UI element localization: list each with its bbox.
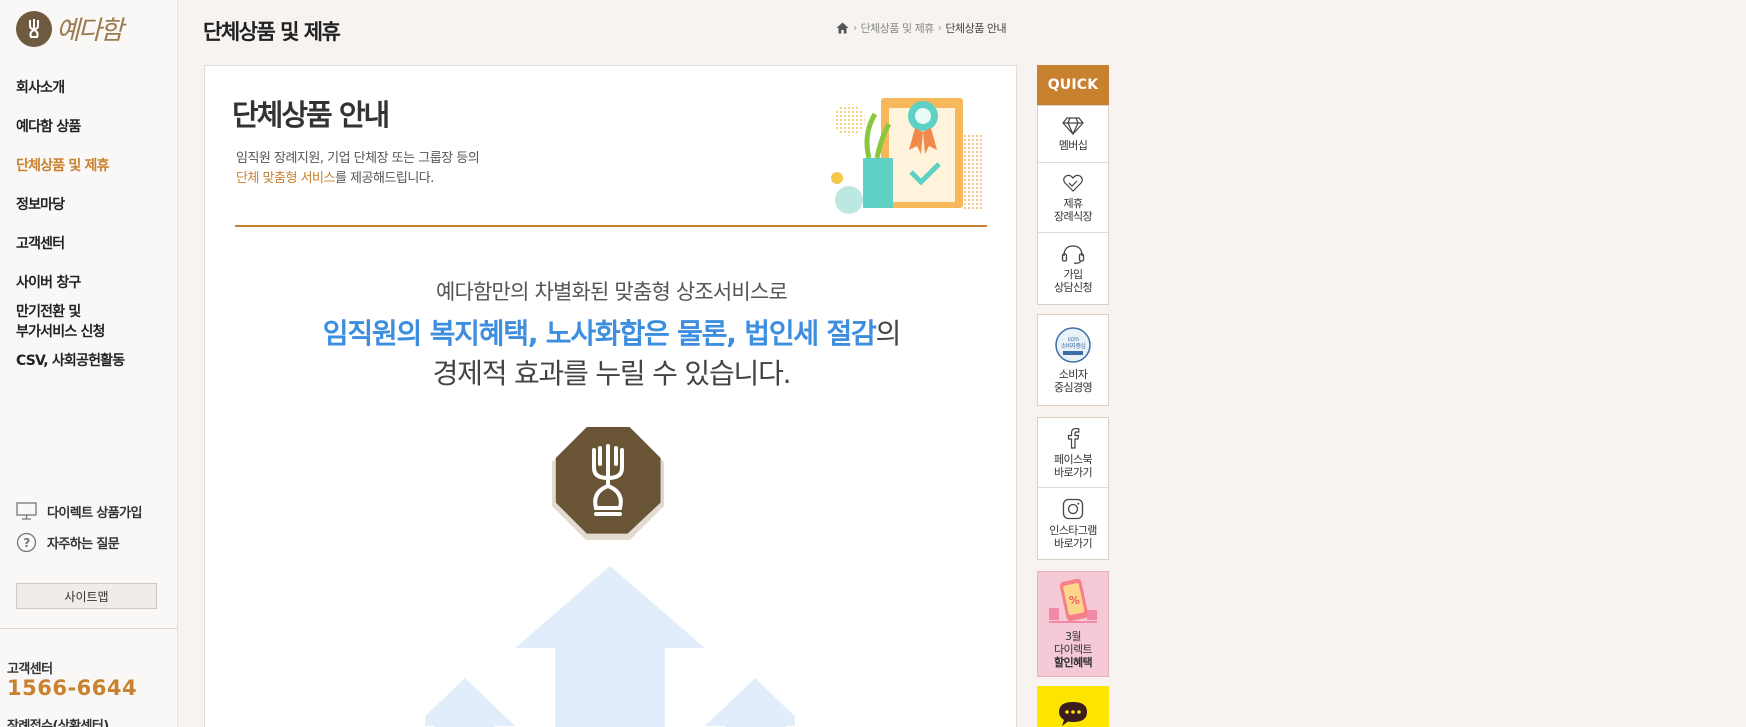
- brand-logo[interactable]: 예다함: [16, 10, 124, 47]
- ccm-certification-icon: ccm 소비자중심: [1055, 327, 1091, 363]
- kakao-chat-button[interactable]: [1037, 686, 1109, 727]
- chat-bubble-icon: [1059, 702, 1087, 726]
- quick-ccm-label-2: 중심경영: [1053, 381, 1093, 394]
- instagram-icon: [1062, 498, 1084, 519]
- ccm-badge-text: 소비자중심: [1061, 342, 1086, 350]
- faq-link[interactable]: ? 자주하는 질문: [16, 532, 120, 553]
- quick-facebook-label-2: 바로가기: [1053, 465, 1093, 479]
- svg-text:?: ?: [23, 536, 30, 550]
- customer-center-title: 고객센터: [7, 662, 53, 677]
- nav-item-company[interactable]: 회사소개: [16, 78, 65, 98]
- quick-ccm-label-1: 소비자: [1058, 368, 1088, 381]
- question-circle-icon: ?: [16, 532, 37, 553]
- monitor-icon: [16, 502, 37, 520]
- lead-suffix: 의: [875, 317, 902, 350]
- quick-partner-funeral-hall[interactable]: 제휴 장례식장: [1038, 163, 1108, 233]
- handshake-heart-icon: [1063, 174, 1083, 192]
- home-icon[interactable]: [836, 22, 849, 34]
- certificate-illustration-icon: [831, 98, 983, 214]
- customer-center-phone[interactable]: 1566-6644: [7, 676, 137, 700]
- quick-menu: QUICK 멤버십 제휴 장례식장 가입 상담신청 ccm 소비자중심 소비자 …: [1037, 65, 1109, 560]
- promo-banner[interactable]: % 3월 다이렉트 할인혜택: [1037, 571, 1109, 677]
- quick-consult-label-2: 상담신청: [1053, 280, 1093, 294]
- growth-arrows-icon: [425, 566, 795, 727]
- description-line1: 임직원 장례지원, 기업 단체장 또는 그룹장 등의: [236, 151, 480, 166]
- quick-consult-label-1: 가입: [1063, 267, 1083, 281]
- nav-item-info[interactable]: 정보마당: [16, 195, 65, 215]
- quick-menu-group-2: ccm 소비자중심 소비자 중심경영: [1037, 314, 1109, 406]
- discount-phone-icon: %: [1049, 578, 1097, 623]
- quick-instagram-label-1: 인스타그램: [1049, 523, 1097, 537]
- quick-consult[interactable]: 가입 상담신청: [1038, 233, 1108, 304]
- lead-line1: 예다함만의 차별화된 맞춤형 상조서비스로: [436, 280, 788, 304]
- funeral-reception-label: 장례접수(상황센터): [7, 719, 109, 727]
- breadcrumb-current: 단체상품 안내: [945, 22, 1007, 35]
- quick-partner-label-1: 제휴: [1063, 196, 1083, 210]
- svg-text:ccm: ccm: [1068, 336, 1079, 343]
- breadcrumb: › 단체상품 및 제휴 › 단체상품 안내: [836, 20, 1007, 36]
- nav-item-maturity-line2[interactable]: 부가서비스 신청: [16, 322, 105, 342]
- content-title: 단체상품 안내: [232, 98, 390, 132]
- title-divider: [235, 225, 987, 227]
- logo-text: 예다함: [56, 16, 124, 46]
- content-description: 임직원 장례지원, 기업 단체장 또는 그룹장 등의 단체 맞춤형 서비스를 제…: [236, 149, 480, 189]
- sitemap-button[interactable]: 사이트맵: [16, 583, 157, 609]
- quick-membership[interactable]: 멤버십: [1038, 106, 1108, 163]
- description-line2: 를 제공해드립니다.: [334, 171, 434, 186]
- sidebar-divider: [0, 628, 178, 629]
- nav-item-products[interactable]: 예다함 상품: [16, 117, 81, 137]
- quick-partner-label-2: 장례식장: [1053, 209, 1093, 223]
- quick-ccm[interactable]: ccm 소비자중심 소비자 중심경영: [1038, 315, 1108, 405]
- lead-line3: 경제적 효과를 누릴 수 있습니다.: [432, 357, 792, 390]
- svg-text:%: %: [1069, 594, 1080, 607]
- faq-label: 자주하는 질문: [47, 537, 120, 552]
- facebook-icon: [1067, 427, 1080, 449]
- quick-facebook-label-1: 페이스북: [1053, 452, 1093, 466]
- nav-item-cyber-window[interactable]: 사이버 창구: [16, 273, 81, 293]
- quick-membership-label: 멤버십: [1058, 138, 1088, 152]
- quick-instagram[interactable]: 인스타그램 바로가기: [1038, 488, 1108, 559]
- promo-label-3: 할인혜택: [1053, 656, 1093, 669]
- direct-signup-link[interactable]: 다이렉트 상품가입: [16, 502, 142, 521]
- promo-label-2: 다이렉트: [1053, 643, 1093, 656]
- quick-menu-group-3: 페이스북 바로가기 인스타그램 바로가기: [1037, 417, 1109, 560]
- nav-item-customer-center[interactable]: 고객센터: [16, 234, 65, 254]
- nav-item-maturity-line1[interactable]: 만기전환 및: [16, 302, 81, 322]
- breadcrumb-chevron-icon: ›: [937, 22, 942, 34]
- promo-label-1: 3월: [1065, 630, 1082, 643]
- quick-menu-group-1: 멤버십 제휴 장례식장 가입 상담신청: [1037, 105, 1109, 305]
- headset-icon: [1061, 244, 1085, 264]
- description-highlight: 단체 맞춤형 서비스: [236, 171, 335, 186]
- page-title: 단체상품 및 제휴: [203, 20, 341, 44]
- quick-facebook[interactable]: 페이스북 바로가기: [1038, 418, 1108, 488]
- content-card: 단체상품 안내 임직원 장례지원, 기업 단체장 또는 그룹장 등의 단체 맞춤…: [204, 65, 1017, 727]
- breadcrumb-chevron-icon: ›: [853, 22, 857, 34]
- direct-signup-label: 다이렉트 상품가입: [47, 506, 142, 521]
- nav-item-csv[interactable]: CSV, 사회공헌활동: [16, 351, 125, 371]
- diamond-icon: [1062, 116, 1084, 135]
- nav-item-group-products[interactable]: 단체상품 및 제휴: [16, 156, 110, 176]
- sidebar: 예다함 회사소개 예다함 상품 단체상품 및 제휴 정보마당 고객센터 사이버 …: [0, 0, 178, 727]
- lead-highlight: 임직원의 복지혜택, 노사화합은 물론, 법인세 절감: [322, 317, 877, 350]
- breadcrumb-item[interactable]: 단체상품 및 제휴: [861, 20, 935, 36]
- quick-instagram-label-2: 바로가기: [1053, 536, 1093, 550]
- logo-emblem-icon: [16, 10, 52, 47]
- yedaham-emblem-icon: [552, 426, 664, 540]
- quick-menu-header: QUICK: [1037, 65, 1109, 105]
- lead-line2: 임직원의 복지혜택, 노사화합은 물론, 법인세 절감의: [205, 312, 1016, 352]
